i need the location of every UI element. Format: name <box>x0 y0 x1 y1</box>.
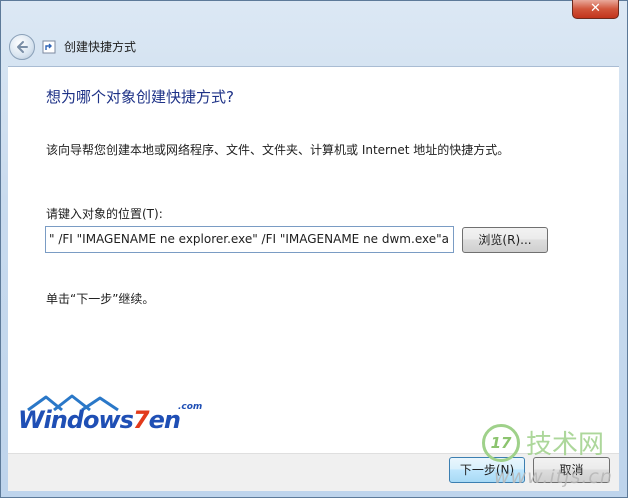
close-button[interactable]: ✕ <box>572 0 619 19</box>
windows7en-dotcom: .com <box>178 402 203 412</box>
location-label: 请键入对象的位置(T): <box>46 207 163 221</box>
itjs-watermark: 17 技术网 www.itjs.cn <box>480 420 620 492</box>
continue-hint: 单击“下一步”继续。 <box>46 292 155 306</box>
close-icon: ✕ <box>590 1 601 16</box>
page-heading: 想为哪个对象创建快捷方式? <box>46 88 234 106</box>
back-arrow-icon <box>17 41 28 53</box>
windows7en-watermark: Windows7en .com <box>16 392 206 442</box>
windows7en-text: Windows7en <box>18 406 181 434</box>
browse-button[interactable]: 浏览(R)... <box>462 227 548 253</box>
description-text: 该向导帮您创建本地或网络程序、文件、文件夹、计算机或 Internet 地址的快… <box>46 143 510 157</box>
shortcut-wizard-icon <box>42 40 56 54</box>
itjs-name: 技术网 <box>526 430 605 460</box>
window-title: 创建快捷方式 <box>64 40 137 54</box>
location-input[interactable]: " /FI "IMAGENAME ne explorer.exe" /FI "I… <box>45 226 454 253</box>
itjs-url: www.itjs.cn <box>494 466 613 488</box>
itjs-badge-icon: 17 <box>482 424 520 462</box>
back-button[interactable] <box>9 34 35 60</box>
